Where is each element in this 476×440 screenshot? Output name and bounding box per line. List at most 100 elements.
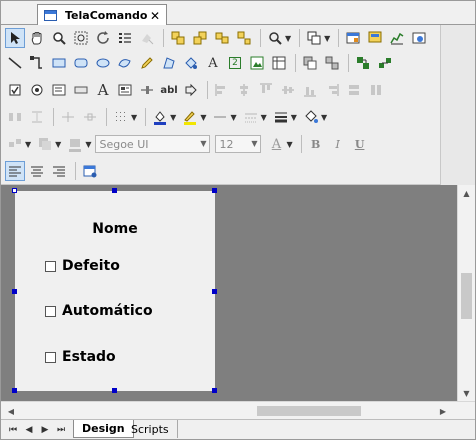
font-color-button[interactable]: A <box>266 134 286 154</box>
snap-grid-dropdown-icon[interactable]: ▼ <box>131 113 137 122</box>
radio-tool-icon[interactable] <box>27 80 47 100</box>
underline-button[interactable]: U <box>350 134 370 154</box>
ellipse-tool-icon[interactable] <box>93 53 113 73</box>
horizontal-scroll-thumb[interactable] <box>257 406 361 416</box>
first-tab-icon[interactable]: ⏮ <box>7 423 19 437</box>
numeric-display-icon[interactable]: 2 <box>225 53 245 73</box>
checkbox-tool-icon[interactable] <box>5 80 25 100</box>
line-color-icon[interactable] <box>180 107 200 127</box>
align-middle-icon[interactable] <box>278 80 298 100</box>
properties-icon[interactable] <box>343 28 363 48</box>
arc-tool-icon[interactable] <box>115 53 135 73</box>
clear-format-icon[interactable] <box>137 28 157 48</box>
text-align-center-icon[interactable] <box>27 161 47 181</box>
vertical-scrollbar[interactable]: ▲ ▼ <box>457 185 475 401</box>
polygon-tool-icon[interactable] <box>159 53 179 73</box>
align-objects-icon[interactable] <box>300 53 320 73</box>
hand-pan-icon[interactable] <box>27 28 47 48</box>
checkbox-box[interactable] <box>45 260 56 272</box>
font-size-select[interactable]: 12 ▼ <box>215 135 262 153</box>
scroll-right-icon[interactable]: ▶ <box>435 403 451 419</box>
ungroup-icon[interactable] <box>234 28 254 48</box>
horizontal-scrollbar[interactable]: ◀ ▶ <box>1 401 475 419</box>
resize-handle-top-right[interactable] <box>212 188 217 193</box>
tab-scripts[interactable]: Scripts <box>123 420 178 438</box>
font-color-dropdown-icon[interactable]: ▼ <box>286 140 292 149</box>
rectangle-tool-icon[interactable] <box>49 53 69 73</box>
center-vertical-icon[interactable] <box>80 107 100 127</box>
line-dash-icon[interactable] <box>241 107 261 127</box>
zoom-icon[interactable] <box>49 28 69 48</box>
group-icon[interactable] <box>212 28 232 48</box>
arrange-objects-dropdown-icon[interactable]: ▼ <box>25 140 31 149</box>
shadow-dropdown-icon[interactable]: ▼ <box>55 140 61 149</box>
line-style-icon[interactable] <box>210 107 230 127</box>
paint-bucket-dropdown-icon[interactable]: ▼ <box>321 113 327 122</box>
pencil-tool-icon[interactable] <box>137 53 157 73</box>
previous-tab-icon[interactable]: ◀ <box>23 423 35 437</box>
checkbox-estado[interactable]: Estado <box>45 349 116 365</box>
background-color-dropdown-icon[interactable]: ▼ <box>85 140 91 149</box>
paint-bucket-icon[interactable] <box>301 107 321 127</box>
italic-button[interactable]: I <box>328 134 348 154</box>
align-left-icon[interactable] <box>212 80 232 100</box>
vertical-scroll-thumb[interactable] <box>461 273 472 319</box>
label-tool-icon[interactable]: A <box>93 80 113 100</box>
search-icon[interactable] <box>265 28 285 48</box>
line-style-dropdown-icon[interactable]: ▼ <box>230 113 236 122</box>
chart-icon[interactable] <box>387 28 407 48</box>
snap-grid-icon[interactable] <box>111 107 131 127</box>
copy-format-icon[interactable] <box>304 28 324 48</box>
line-width-icon[interactable] <box>271 107 291 127</box>
tab-order-icon[interactable] <box>115 28 135 48</box>
button-tool-icon[interactable] <box>71 80 91 100</box>
zoom-fit-icon[interactable] <box>71 28 91 48</box>
align-bottom-icon[interactable] <box>300 80 320 100</box>
listbox-tool-icon[interactable] <box>49 80 69 100</box>
resize-handle-bottom[interactable] <box>112 388 117 393</box>
line-width-dropdown-icon[interactable]: ▼ <box>291 113 297 122</box>
fill-shape-icon[interactable] <box>181 53 201 73</box>
link-objects-icon[interactable] <box>375 53 395 73</box>
resize-handle-bottom-right[interactable] <box>212 388 217 393</box>
checkbox-box[interactable] <box>45 305 56 317</box>
align-right-icon[interactable] <box>322 80 342 100</box>
pointer-tool-icon[interactable] <box>5 28 25 48</box>
resize-handle-left[interactable] <box>12 289 17 294</box>
bring-front-icon[interactable] <box>168 28 188 48</box>
shadow-icon[interactable] <box>35 134 55 154</box>
connector-tool-icon[interactable] <box>27 53 47 73</box>
display-tool-icon[interactable] <box>115 80 135 100</box>
center-horizontal-icon[interactable] <box>58 107 78 127</box>
bold-button[interactable]: B <box>306 134 326 154</box>
text-tool-icon[interactable]: A <box>203 53 223 73</box>
distribute-objects-icon[interactable] <box>322 53 342 73</box>
library-icon[interactable] <box>353 53 373 73</box>
scroll-up-icon[interactable]: ▲ <box>458 185 475 201</box>
resize-handle-top[interactable] <box>112 188 117 193</box>
editbox-tool-icon[interactable]: abl <box>159 80 179 100</box>
dropdown-tool-icon[interactable] <box>181 80 201 100</box>
text-align-right-icon[interactable] <box>49 161 69 181</box>
close-icon[interactable]: ✕ <box>150 10 160 22</box>
background-color-icon[interactable] <box>65 134 85 154</box>
line-dash-dropdown-icon[interactable]: ▼ <box>261 113 267 122</box>
scroll-left-icon[interactable]: ◀ <box>3 403 19 419</box>
search-dropdown-icon[interactable]: ▼ <box>285 34 291 43</box>
line-tool-icon[interactable] <box>5 53 25 73</box>
rounded-rect-tool-icon[interactable] <box>71 53 91 73</box>
last-tab-icon[interactable]: ⏭ <box>55 423 67 437</box>
font-family-select[interactable]: Segoe UI ▼ <box>95 135 211 153</box>
resize-handle-right[interactable] <box>212 289 217 294</box>
fill-color-icon[interactable] <box>150 107 170 127</box>
same-height-icon[interactable] <box>366 80 386 100</box>
space-vertical-icon[interactable] <box>27 107 47 127</box>
align-center-icon[interactable] <box>234 80 254 100</box>
scroll-down-icon[interactable]: ▼ <box>458 385 475 401</box>
line-color-dropdown-icon[interactable]: ▼ <box>200 113 206 122</box>
slider-tool-icon[interactable] <box>137 80 157 100</box>
fill-color-dropdown-icon[interactable]: ▼ <box>170 113 176 122</box>
image-tool-icon[interactable] <box>247 53 267 73</box>
space-horizontal-icon[interactable] <box>5 107 25 127</box>
checkbox-defeito[interactable]: Defeito <box>45 258 120 274</box>
